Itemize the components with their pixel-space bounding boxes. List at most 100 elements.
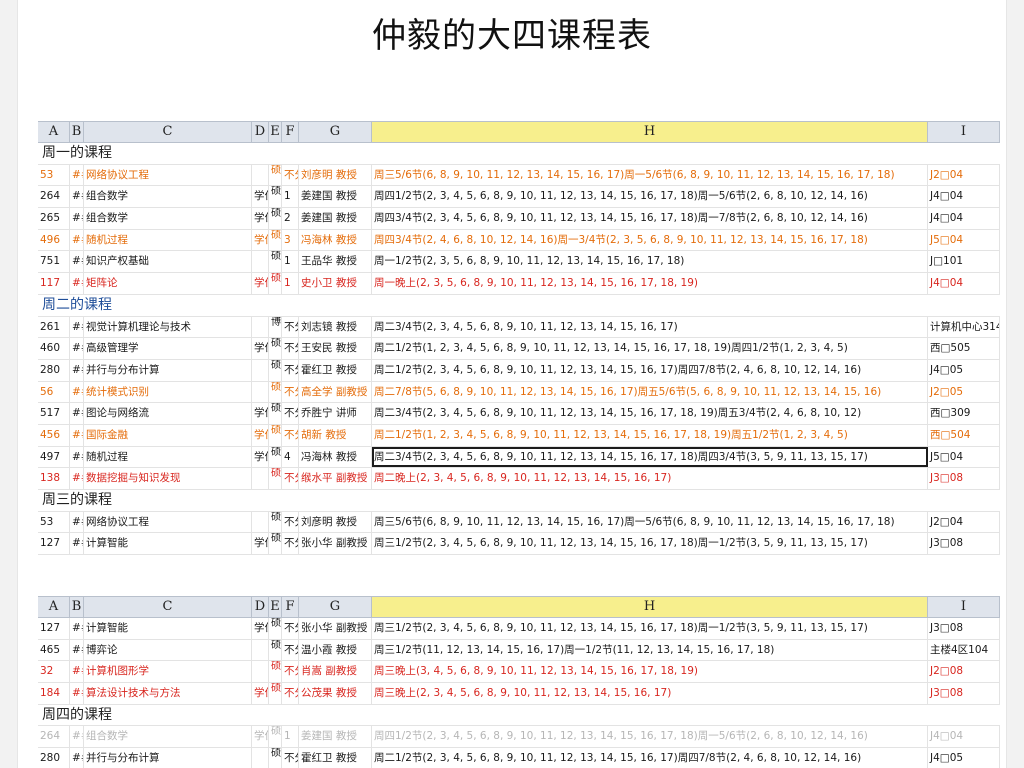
course-name-cell[interactable]: 博弈论 [84, 639, 252, 661]
column-header-a[interactable]: A [38, 122, 70, 142]
flag-cell[interactable]: ## [70, 273, 84, 294]
course-name-cell[interactable]: 计算智能 [84, 618, 252, 639]
teacher-cell[interactable]: 王品华 教授 [299, 251, 372, 273]
type-cell[interactable]: 学位 [252, 424, 269, 446]
teacher-cell[interactable]: 王安民 教授 [299, 338, 372, 359]
flag-cell[interactable]: ## [70, 381, 84, 403]
teacher-cell[interactable]: 冯海林 教授 [299, 446, 372, 468]
degree-cell[interactable]: 博士 [269, 316, 282, 338]
type-cell[interactable]: 学位 [252, 403, 269, 424]
teacher-cell[interactable]: 乔胜宁 讲师 [299, 403, 372, 424]
row-id-cell[interactable]: 751 [38, 251, 70, 273]
flag-cell[interactable]: ## [70, 533, 84, 555]
room-cell[interactable]: J3□08 [928, 533, 1000, 555]
teacher-cell[interactable]: 张小华 副教授 [299, 533, 372, 555]
teacher-cell[interactable]: 姜建国 教授 [299, 208, 372, 229]
degree-cell[interactable]: 硕士 [269, 186, 282, 208]
schedule-cell[interactable]: 周二1/2节(2, 3, 4, 5, 6, 8, 9, 10, 11, 12, … [372, 748, 928, 768]
group-cell[interactable]: 不分 [282, 639, 299, 661]
course-name-cell[interactable]: 并行与分布计算 [84, 748, 252, 768]
room-cell[interactable]: J3□08 [928, 683, 1000, 704]
column-header-a[interactable]: A [38, 597, 70, 617]
teacher-cell[interactable]: 缑水平 副教授 [299, 468, 372, 489]
room-cell[interactable]: J5□04 [928, 446, 1000, 468]
row-id-cell[interactable]: 53 [38, 164, 70, 186]
teacher-cell[interactable]: 张小华 副教授 [299, 618, 372, 639]
room-cell[interactable]: J4□05 [928, 748, 1000, 768]
schedule-cell[interactable]: 周三1/2节(11, 12, 13, 14, 15, 16, 17)周一1/2节… [372, 639, 928, 661]
flag-cell[interactable]: ## [70, 359, 84, 381]
type-cell[interactable] [252, 748, 269, 768]
row-id-cell[interactable]: 264 [38, 726, 70, 748]
column-header-c[interactable]: C [84, 122, 252, 142]
schedule-cell[interactable]: 周四1/2节(2, 3, 4, 5, 6, 8, 9, 10, 11, 12, … [372, 726, 928, 748]
course-name-cell[interactable]: 算法设计技术与方法 [84, 683, 252, 704]
type-cell[interactable]: 学位 [252, 229, 269, 251]
teacher-cell[interactable]: 刘彦明 教授 [299, 164, 372, 186]
flag-cell[interactable]: ## [70, 726, 84, 748]
row-id-cell[interactable]: 517 [38, 403, 70, 424]
degree-cell[interactable]: 硕士 [269, 229, 282, 251]
teacher-cell[interactable]: 史小卫 教授 [299, 273, 372, 294]
column-header-e[interactable]: E [269, 597, 282, 617]
group-cell[interactable]: 不分 [282, 424, 299, 446]
row-id-cell[interactable]: 496 [38, 229, 70, 251]
room-cell[interactable]: J4□04 [928, 726, 1000, 748]
column-header-b[interactable]: B [70, 122, 84, 142]
flag-cell[interactable]: ## [70, 316, 84, 338]
schedule-cell[interactable]: 周二3/4节(2, 3, 4, 5, 6, 8, 9, 10, 11, 12, … [372, 403, 928, 424]
flag-cell[interactable]: ## [70, 229, 84, 251]
section-title[interactable]: 周四的课程 [38, 705, 1000, 726]
group-cell[interactable]: 不分 [282, 661, 299, 683]
teacher-cell[interactable]: 霍红卫 教授 [299, 359, 372, 381]
degree-cell[interactable]: 硕士 [269, 511, 282, 533]
teacher-cell[interactable]: 胡新 教授 [299, 424, 372, 446]
teacher-cell[interactable]: 刘彦明 教授 [299, 511, 372, 533]
degree-cell[interactable]: 硕士 [269, 748, 282, 768]
teacher-cell[interactable]: 霍红卫 教授 [299, 748, 372, 768]
schedule-cell[interactable]: 周二1/2节(1, 2, 3, 4, 5, 6, 8, 9, 10, 11, 1… [372, 424, 928, 446]
flag-cell[interactable]: ## [70, 164, 84, 186]
degree-cell[interactable]: 硕士 [269, 251, 282, 273]
column-header-f[interactable]: F [282, 597, 299, 617]
room-cell[interactable]: 西□505 [928, 338, 1000, 359]
type-cell[interactable] [252, 251, 269, 273]
schedule-cell[interactable]: 周四1/2节(2, 3, 4, 5, 6, 8, 9, 10, 11, 12, … [372, 186, 928, 208]
row-id-cell[interactable]: 280 [38, 359, 70, 381]
row-id-cell[interactable]: 465 [38, 639, 70, 661]
room-cell[interactable]: J5□04 [928, 229, 1000, 251]
course-name-cell[interactable]: 组合数学 [84, 726, 252, 748]
course-name-cell[interactable]: 网络协议工程 [84, 164, 252, 186]
degree-cell[interactable]: 硕士 [269, 338, 282, 359]
flag-cell[interactable]: ## [70, 683, 84, 704]
column-header-b[interactable]: B [70, 597, 84, 617]
degree-cell[interactable]: 硕士 [269, 381, 282, 403]
row-id-cell[interactable]: 460 [38, 338, 70, 359]
type-cell[interactable]: 学位 [252, 338, 269, 359]
column-header-d[interactable]: D [252, 122, 269, 142]
room-cell[interactable]: J4□05 [928, 359, 1000, 381]
course-name-cell[interactable]: 统计模式识别 [84, 381, 252, 403]
schedule-cell[interactable]: 周二晚上(2, 3, 4, 5, 6, 8, 9, 10, 11, 12, 13… [372, 468, 928, 489]
flag-cell[interactable]: ## [70, 424, 84, 446]
type-cell[interactable]: 学位 [252, 726, 269, 748]
type-cell[interactable] [252, 381, 269, 403]
group-cell[interactable]: 4 [282, 446, 299, 468]
section-title[interactable]: 周一的课程 [38, 143, 1000, 164]
teacher-cell[interactable]: 姜建国 教授 [299, 186, 372, 208]
column-header-h[interactable]: H [372, 122, 928, 142]
type-cell[interactable]: 学位 [252, 533, 269, 555]
column-header-f[interactable]: F [282, 122, 299, 142]
group-cell[interactable]: 不分 [282, 359, 299, 381]
degree-cell[interactable]: 硕士 [269, 533, 282, 555]
teacher-cell[interactable]: 肖嵩 副教授 [299, 661, 372, 683]
course-name-cell[interactable]: 知识产权基础 [84, 251, 252, 273]
degree-cell[interactable]: 硕士 [269, 164, 282, 186]
row-id-cell[interactable]: 265 [38, 208, 70, 229]
flag-cell[interactable]: ## [70, 748, 84, 768]
type-cell[interactable]: 学位 [252, 618, 269, 639]
degree-cell[interactable]: 硕士 [269, 446, 282, 468]
type-cell[interactable]: 学位 [252, 208, 269, 229]
group-cell[interactable]: 不分 [282, 748, 299, 768]
schedule-cell[interactable]: 周二3/4节(2, 3, 4, 5, 6, 8, 9, 10, 11, 12, … [372, 316, 928, 338]
